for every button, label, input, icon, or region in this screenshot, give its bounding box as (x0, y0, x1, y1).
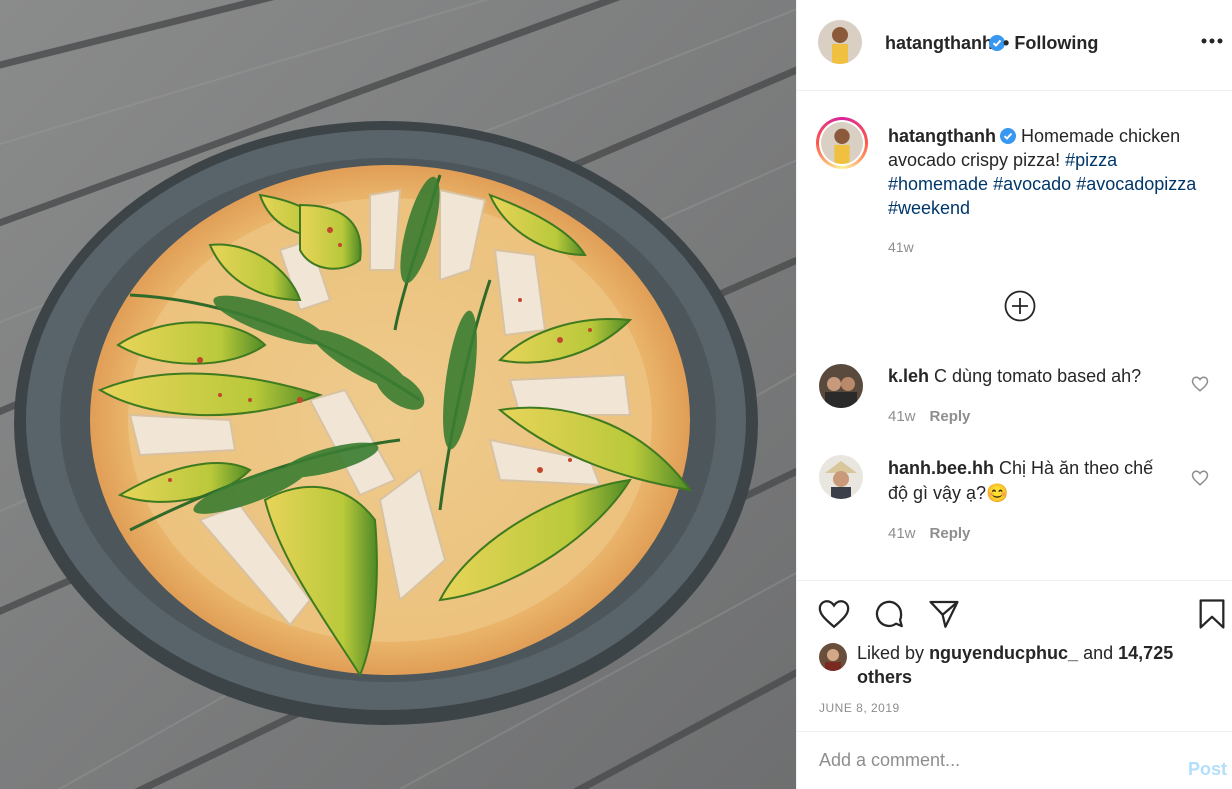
caption-story-ring[interactable] (816, 117, 868, 169)
reply-button[interactable]: Reply (930, 525, 971, 542)
commenter-username[interactable]: k.leh (888, 366, 929, 386)
hashtag-link[interactable]: #homemade (888, 174, 988, 194)
post-date[interactable]: JUNE 8, 2019 (819, 701, 900, 715)
comment-meta: 41w Reply (888, 408, 970, 425)
caption-timestamp[interactable]: 41w (888, 239, 914, 255)
add-comment-bar: Post (797, 731, 1232, 789)
action-bar (797, 580, 1232, 640)
hashtag-link[interactable]: #pizza (1065, 150, 1117, 170)
comment-text: k.leh C dùng tomato based ah? (888, 364, 1173, 389)
comment-body: C dùng tomato based ah? (934, 366, 1142, 386)
comment-timestamp[interactable]: 41w (888, 408, 916, 425)
pizza-photo (0, 0, 796, 789)
comment-text: hanh.bee.hh Chị Hà ăn theo chế độ gì vậy… (888, 456, 1173, 506)
follow-status[interactable]: • Following (1003, 33, 1098, 54)
hashtag-link[interactable]: #avocado (993, 174, 1071, 194)
more-options-icon[interactable] (1199, 28, 1225, 54)
comment-input[interactable] (819, 750, 1169, 771)
comment-timestamp[interactable]: 41w (888, 525, 916, 542)
post-comment-button[interactable]: Post (1188, 759, 1227, 780)
verified-badge-icon (985, 34, 1005, 54)
plus-circle-icon[interactable] (1004, 290, 1036, 322)
post-side-panel: hatangthanh • Following hatangthanh Home… (796, 0, 1232, 789)
verified-badge-icon (1000, 128, 1016, 144)
likes-prefix: Liked by (857, 643, 925, 663)
share-icon[interactable] (927, 597, 961, 631)
likes-and: and (1083, 643, 1114, 663)
caption-avatar (821, 122, 863, 164)
author-avatar[interactable] (818, 20, 862, 64)
bookmark-icon[interactable] (1195, 597, 1229, 631)
header-separator: • (1003, 33, 1010, 53)
heart-icon[interactable] (1191, 375, 1209, 393)
commenter-username[interactable]: hanh.bee.hh (888, 458, 994, 478)
heart-icon[interactable] (1191, 469, 1209, 487)
follow-status-label: Following (1014, 33, 1099, 53)
hashtag-link[interactable]: #avocadopizza (1076, 174, 1196, 194)
caption-text: hatangthanh Homemade chicken avocado cri… (888, 124, 1208, 220)
comment-meta: 41w Reply (888, 525, 970, 542)
post-dialog: hatangthanh • Following hatangthanh Home… (0, 0, 1232, 789)
post-header: hatangthanh • Following (797, 0, 1232, 91)
likes-text: Liked by nguyenducphuc_ and 14,725 other… (857, 641, 1177, 689)
post-photo[interactable] (0, 0, 796, 789)
heart-icon[interactable] (817, 597, 851, 631)
commenter-avatar[interactable] (819, 455, 863, 499)
reply-button[interactable]: Reply (930, 408, 971, 425)
author-username[interactable]: hatangthanh (885, 33, 993, 54)
liker-avatar[interactable] (819, 643, 847, 671)
comment-icon[interactable] (872, 597, 906, 631)
hashtag-link[interactable]: #weekend (888, 198, 970, 218)
commenter-avatar[interactable] (819, 364, 863, 408)
caption-username[interactable]: hatangthanh (888, 126, 996, 146)
liker-username[interactable]: nguyenducphuc_ (929, 643, 1078, 663)
